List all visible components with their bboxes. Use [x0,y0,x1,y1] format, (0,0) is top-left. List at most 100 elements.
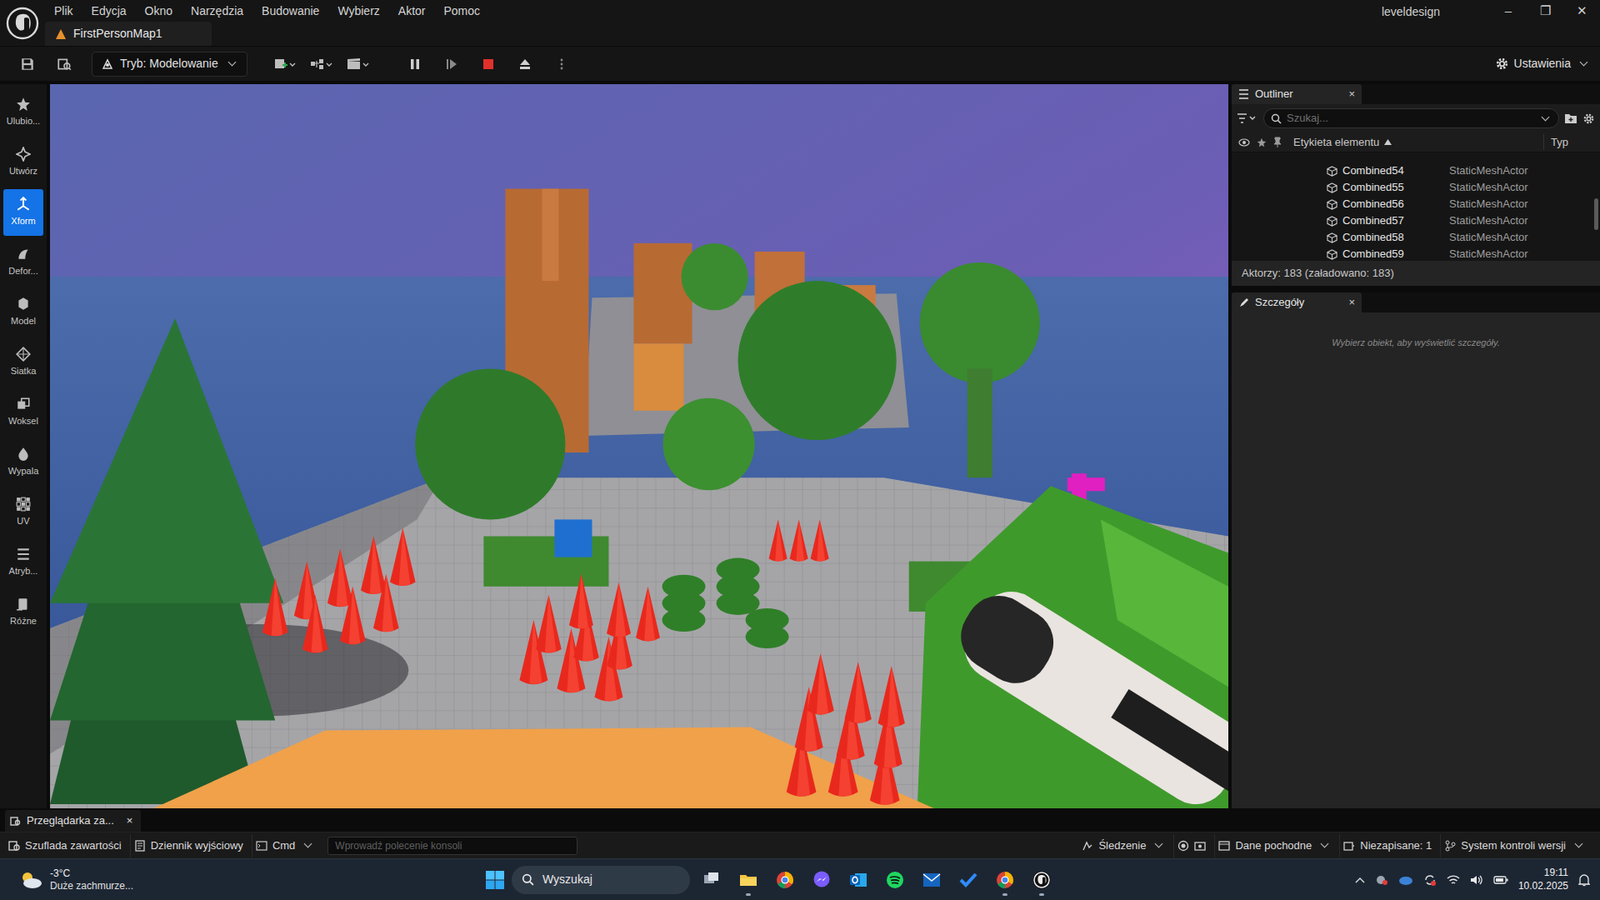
taskbar-app[interactable] [953,863,984,897]
outliner-row[interactable]: Combined58StaticMeshActor [1231,229,1600,246]
content-browser-tab[interactable]: Przeglądarka za... × [5,810,141,832]
scrollbar[interactable] [1594,198,1599,230]
volume-icon[interactable] [1470,874,1484,886]
settings-button[interactable]: Ustawienia [1495,55,1590,73]
app-tray-icon[interactable] [1375,873,1389,887]
taskbar-search[interactable]: Wyszukaj [511,865,690,895]
taskbar-app[interactable] [770,863,800,897]
outliner-row[interactable]: Combined59StaticMeshActor [1231,245,1600,261]
outliner-row[interactable]: Combined55StaticMeshActor [1231,179,1600,196]
close-button[interactable]: × [1348,85,1355,103]
update-icon[interactable] [1423,873,1437,887]
pause-icon[interactable] [399,51,431,77]
chevron-up-icon[interactable] [1355,875,1365,885]
clock[interactable]: 19:11 10.02.2025 [1518,866,1569,893]
status-icon [1081,840,1094,852]
search-input[interactable] [1286,110,1533,127]
bell-icon[interactable] [1578,873,1590,887]
cmd-dropdown[interactable]: Cmd [254,834,323,858]
unreal-logo-icon[interactable] [0,0,45,46]
tool-icon [15,396,31,412]
tool-button[interactable]: Wypala [3,439,44,486]
taskbar-app[interactable] [843,863,874,897]
actor-type: StaticMeshActor [1432,245,1600,261]
column-header[interactable]: Etykieta elementu [1281,134,1545,151]
tool-button[interactable]: Model [3,289,44,336]
add-folder-icon[interactable] [1564,112,1578,125]
actor-name: Combined55 [1342,179,1405,196]
pin-icon[interactable] [1273,136,1282,148]
weather-widget[interactable]: -3°C Duże zachmurze... [18,867,485,892]
taskbar-app[interactable] [733,863,764,897]
outliner-row[interactable]: Combined56StaticMeshActor [1231,195,1600,213]
tool-button[interactable]: Woksel [3,389,44,436]
add-actor-icon[interactable] [269,51,301,77]
menu-item[interactable]: Wybierz [328,0,389,20]
screenshot-icon[interactable] [1194,840,1206,852]
gear-icon[interactable] [1582,112,1595,125]
step-icon[interactable] [435,51,468,77]
taskbar-app[interactable] [990,863,1020,897]
record-icon[interactable] [1177,840,1190,852]
outliner-tab[interactable]: Outliner × [1231,84,1362,105]
menu-item[interactable]: Okno [135,0,182,20]
status-button[interactable]: Niezapisane: 1 [1341,834,1441,858]
console-input[interactable] [327,836,578,855]
tool-button[interactable]: Siatka [3,339,44,386]
dropdown-icon[interactable] [1541,112,1550,121]
tool-button[interactable]: Różne [3,589,44,636]
menu-item[interactable]: Pomoc [435,0,490,20]
tool-button[interactable]: Defor... [3,239,44,286]
tool-button[interactable]: Ulubio... [3,89,44,136]
menu-item[interactable]: Plik [45,0,83,20]
close-button[interactable]: × [1348,294,1355,311]
outliner-row[interactable]: Combined57StaticMeshActor [1231,212,1600,230]
tool-button[interactable]: Atryb... [3,539,44,586]
tool-button[interactable]: Xform [3,189,44,236]
outliner-row[interactable]: Combined54StaticMeshActor [1231,162,1600,180]
level-tab[interactable]: FirstPersonMap1 [45,21,212,46]
status-button[interactable]: Dziennik wyjściowy [132,834,253,858]
taskbar-app[interactable] [880,863,910,897]
filter-icon[interactable] [1236,112,1259,125]
close-button[interactable]: ✕ [1563,0,1600,21]
taskbar-app[interactable] [916,863,947,897]
visibility-icon[interactable] [1238,138,1250,147]
menu-item[interactable]: Aktor [389,0,435,20]
system-tray: 19:11 10.02.2025 [1355,866,1590,893]
tool-button[interactable]: UV [3,489,44,536]
blueprint-icon[interactable] [305,51,338,77]
taskbar-app[interactable] [1026,863,1057,897]
menu-item[interactable]: Edycja [82,0,136,20]
eject-icon[interactable] [509,51,541,77]
status-button[interactable]: System kontroli wersji [1442,834,1594,858]
minimize-button[interactable]: – [1490,0,1527,21]
tool-label: Różne [10,614,37,629]
column-header[interactable]: Typ [1544,134,1569,151]
favorite-icon[interactable] [1256,137,1267,148]
status-button[interactable]: Szuflada zawartości [6,834,131,858]
restore-button[interactable]: ❐ [1526,0,1564,21]
status-button[interactable]: Dane pochodne [1216,834,1340,858]
wifi-icon[interactable] [1446,874,1460,886]
details-tab[interactable]: Szczegóły × [1231,292,1362,313]
battery-icon[interactable] [1493,875,1509,885]
menu-item[interactable]: Budowanie [252,0,329,20]
taskbar-app[interactable] [696,863,727,897]
viewport[interactable] [50,84,1229,809]
save-icon[interactable] [11,51,44,77]
windows-start-icon[interactable] [485,870,505,890]
status-button[interactable]: Śledzenie [1080,834,1175,858]
mode-dropdown[interactable]: Tryb: Modelowanie [91,51,248,77]
cloud-icon [18,870,44,890]
status-label: Szuflada zawartości [25,837,122,855]
cloud-sync-icon[interactable] [1398,874,1414,886]
close-button[interactable]: × [126,812,134,830]
taskbar-app[interactable] [806,863,837,897]
menu-item[interactable]: Narzędzia [181,0,253,20]
tool-button[interactable]: Utwórz [3,139,44,186]
browse-icon[interactable] [48,51,80,77]
stop-icon[interactable] [472,51,505,77]
cinematics-icon[interactable] [342,51,375,77]
more-icon[interactable] [545,51,578,77]
